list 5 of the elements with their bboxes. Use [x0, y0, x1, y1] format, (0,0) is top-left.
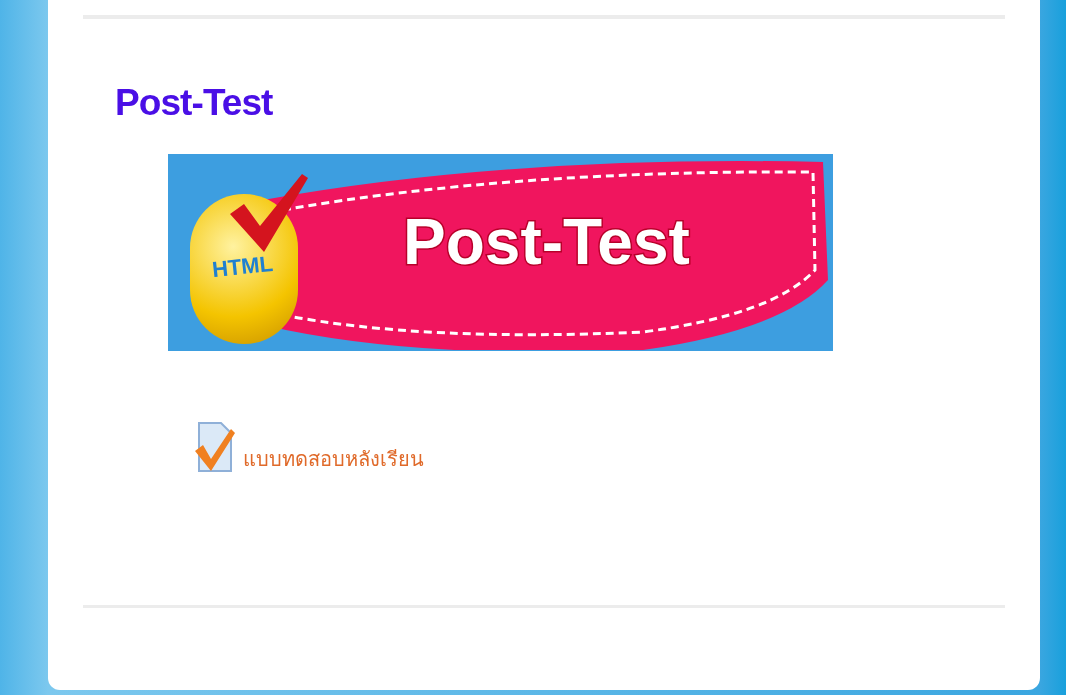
- checked-document-icon: [193, 421, 235, 473]
- coin-label: HTML: [210, 250, 275, 284]
- banner-title: Post-Test: [403, 206, 690, 278]
- quiz-link[interactable]: แบบทดสอบหลังเรียน: [243, 447, 424, 471]
- page-heading: Post-Test: [115, 81, 273, 125]
